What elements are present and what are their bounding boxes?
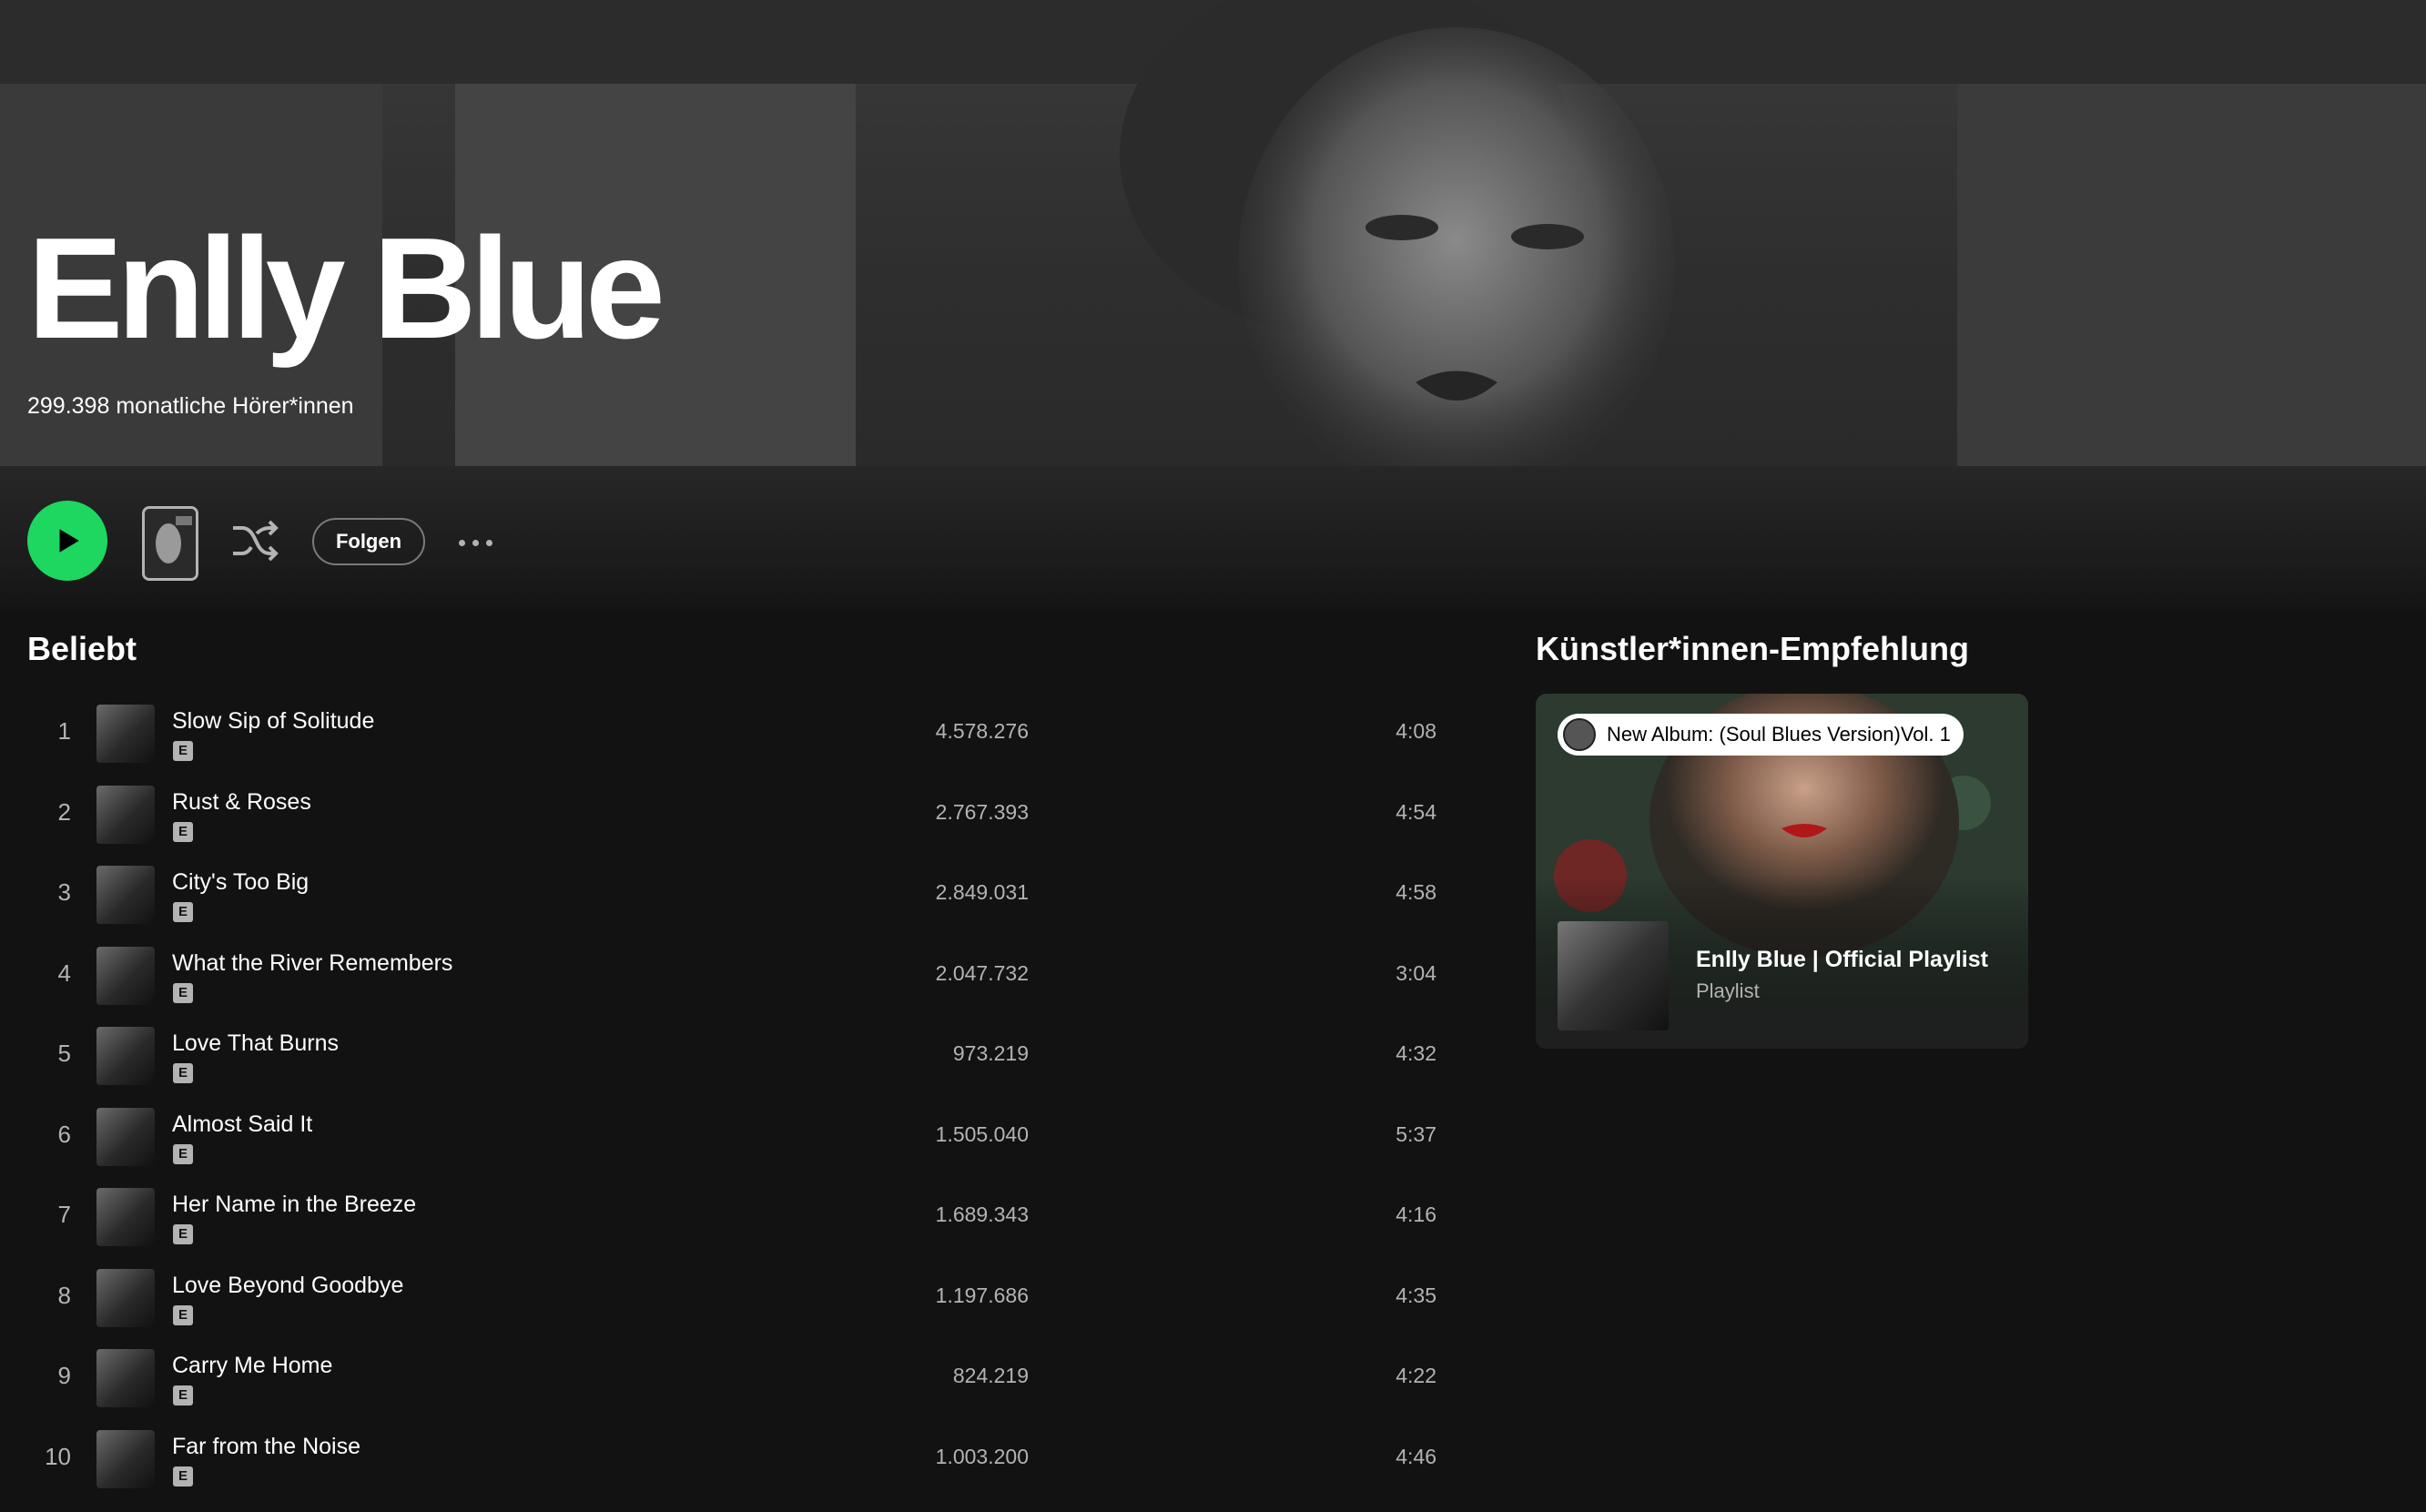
- artist-name: Enlly Blue: [27, 208, 665, 369]
- track-row[interactable]: 2 Rust & Roses E 2.767.393 4:54: [0, 775, 1457, 856]
- more-options-button[interactable]: [459, 524, 502, 561]
- track-cover-image: [96, 866, 155, 924]
- track-title[interactable]: Rust & Roses: [172, 789, 311, 816]
- track-duration: 4:16: [1396, 1202, 1436, 1226]
- track-number: 4: [57, 959, 71, 987]
- track-number: 2: [57, 797, 71, 826]
- follow-button[interactable]: Folgen: [312, 518, 425, 565]
- track-cover-image: [96, 1429, 155, 1488]
- track-row[interactable]: 8 Love Beyond Goodbye E 1.197.686 4:35: [0, 1258, 1457, 1339]
- track-number: 9: [57, 1362, 71, 1389]
- recommendation-section-title: Künstler*innen-Empfehlung: [1536, 630, 1969, 667]
- play-button[interactable]: [27, 501, 107, 581]
- explicit-badge: E: [173, 1143, 193, 1164]
- track-play-count: 4.578.276: [935, 719, 1029, 743]
- track-title[interactable]: Slow Sip of Solitude: [172, 708, 374, 735]
- playlist-name[interactable]: Enlly Blue | Official Playlist: [1696, 947, 1988, 973]
- track-title[interactable]: City's Too Big: [172, 869, 309, 896]
- track-title[interactable]: Love That Burns: [172, 1030, 339, 1057]
- track-duration: 4:54: [1396, 799, 1436, 824]
- artist-avatar: [1563, 718, 1596, 751]
- track-number: 1: [57, 717, 71, 745]
- track-duration: 4:08: [1396, 719, 1436, 743]
- track-row[interactable]: 7 Her Name in the Breeze E 1.689.343 4:1…: [0, 1177, 1457, 1258]
- explicit-badge: E: [173, 1304, 193, 1325]
- track-play-count: 1.197.686: [935, 1283, 1029, 1307]
- track-play-count: 824.219: [952, 1364, 1029, 1387]
- track-row[interactable]: 5 Love That Burns E 973.219 4:32: [0, 1016, 1457, 1097]
- track-cover-image: [96, 785, 155, 844]
- track-row[interactable]: 9 Carry Me Home E 824.219 4:22: [0, 1338, 1457, 1419]
- track-play-count: 2.047.732: [935, 960, 1029, 985]
- explicit-badge: E: [173, 821, 193, 842]
- track-number: 10: [45, 1442, 71, 1470]
- explicit-badge: E: [173, 1224, 193, 1244]
- artist-hero: Enlly Blue 299.398 monatliche Hörer*inne…: [0, 0, 2426, 466]
- playlist-type: Playlist: [1696, 979, 1760, 1002]
- album-cover-thumbnail: [145, 509, 196, 578]
- action-bar: Folgen: [0, 466, 2426, 612]
- more-options-icon: [472, 539, 479, 546]
- preview-cover-button[interactable]: [142, 506, 198, 581]
- play-icon: [59, 529, 79, 553]
- track-duration: 5:37: [1396, 1121, 1436, 1146]
- hero-background-panel: [1957, 84, 2426, 466]
- track-row[interactable]: 6 Almost Said It E 1.505.040 5:37: [0, 1097, 1457, 1178]
- track-number: 7: [57, 1201, 71, 1228]
- track-duration: 4:22: [1396, 1364, 1436, 1387]
- recommended-playlist-card[interactable]: New Album: (Soul Blues Version)Vol. 1 En…: [1536, 694, 2028, 1049]
- more-options-icon: [459, 539, 465, 546]
- track-duration: 3:04: [1396, 960, 1436, 985]
- new-album-pill[interactable]: New Album: (Soul Blues Version)Vol. 1: [1558, 714, 1964, 756]
- track-number: 3: [57, 878, 71, 906]
- explicit-badge: E: [173, 1063, 193, 1083]
- explicit-badge: E: [173, 741, 193, 761]
- track-row[interactable]: 3 City's Too Big E 2.849.031 4:58: [0, 855, 1457, 936]
- track-cover-image: [96, 1107, 155, 1166]
- explicit-badge: E: [173, 982, 193, 1003]
- explicit-badge: E: [173, 902, 193, 922]
- explicit-badge: E: [173, 1466, 193, 1487]
- popular-track-list: 1 Slow Sip of Solitude E 4.578.276 4:08 …: [0, 694, 1457, 1499]
- track-title[interactable]: Almost Said It: [172, 1111, 312, 1138]
- track-title[interactable]: Her Name in the Breeze: [172, 1192, 416, 1218]
- shuffle-icon[interactable]: [229, 517, 279, 563]
- track-title[interactable]: Carry Me Home: [172, 1353, 332, 1379]
- track-duration: 4:58: [1396, 880, 1436, 904]
- monthly-listeners: 299.398 monatliche Hörer*innen: [27, 393, 354, 419]
- track-play-count: 1.505.040: [935, 1121, 1029, 1146]
- track-play-count: 2.767.393: [935, 799, 1029, 824]
- track-cover-image: [96, 705, 155, 763]
- track-number: 5: [57, 1040, 71, 1067]
- track-number: 6: [57, 1120, 71, 1148]
- playlist-cover-image: [1558, 921, 1669, 1030]
- track-cover-image: [96, 1349, 155, 1407]
- track-title[interactable]: Love Beyond Goodbye: [172, 1273, 403, 1299]
- more-options-icon: [486, 539, 492, 546]
- track-cover-image: [96, 946, 155, 1005]
- new-album-pill-text: New Album: (Soul Blues Version)Vol. 1: [1607, 723, 1951, 746]
- track-cover-image: [96, 1268, 155, 1327]
- track-play-count: 1.003.200: [935, 1444, 1029, 1468]
- track-cover-image: [96, 1188, 155, 1246]
- track-number: 8: [57, 1281, 71, 1309]
- track-title[interactable]: Far from the Noise: [172, 1434, 360, 1460]
- track-row[interactable]: 1 Slow Sip of Solitude E 4.578.276 4:08: [0, 694, 1457, 775]
- track-row[interactable]: 10 Far from the Noise E 1.003.200 4:46: [0, 1419, 1457, 1500]
- track-play-count: 1.689.343: [935, 1202, 1029, 1226]
- track-row[interactable]: 4 What the River Remembers E 2.047.732 3…: [0, 936, 1457, 1017]
- popular-section-title: Beliebt: [27, 630, 137, 667]
- track-title[interactable]: What the River Remembers: [172, 950, 452, 977]
- track-duration: 4:32: [1396, 1041, 1436, 1065]
- explicit-badge: E: [173, 1385, 193, 1405]
- track-play-count: 973.219: [952, 1041, 1029, 1065]
- track-duration: 4:46: [1396, 1444, 1436, 1468]
- artist-portrait-image: [1120, 0, 1675, 466]
- track-play-count: 2.849.031: [935, 880, 1029, 904]
- track-duration: 4:35: [1396, 1283, 1436, 1307]
- track-cover-image: [96, 1027, 155, 1085]
